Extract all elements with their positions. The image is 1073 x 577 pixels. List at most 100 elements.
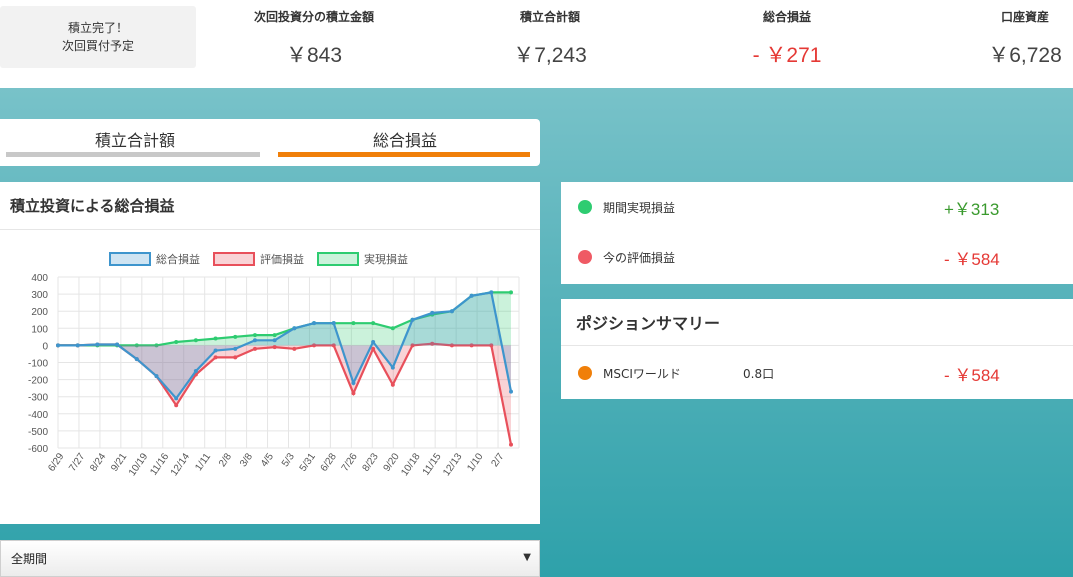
position-row[interactable]: MSCIワールド 0.8口 - ￥584	[561, 349, 1073, 397]
y-tick-label: -200	[28, 376, 48, 387]
series-point-0	[351, 381, 356, 386]
pl-chart-card: 積立投資による総合損益 400 300 200 100 0 -100 -200 -300 -40…	[0, 182, 540, 524]
x-tick-label: 6/28	[319, 451, 339, 474]
x-tick-label: 7/26	[340, 451, 360, 474]
series-point-2	[193, 338, 198, 343]
series-point-2	[174, 339, 179, 344]
series-point-0	[272, 338, 277, 343]
legend-label: 総合損益	[156, 252, 200, 266]
y-tick-label: 400	[31, 273, 48, 284]
x-tick-label: 2/7	[490, 451, 507, 469]
series-point-0	[489, 290, 494, 295]
summary-header: 積立完了！ 次回買付予定 次回投資分の積立金額 ￥843 積立合計額 ￥7,24…	[0, 0, 1073, 88]
period-select-value: 全期間	[11, 552, 48, 566]
series-point-1	[252, 346, 257, 351]
x-tick-label: 3/8	[238, 451, 255, 469]
tab-total-invested[interactable]: 積立合計額	[0, 119, 270, 166]
series-point-0	[449, 309, 454, 314]
x-tick-label: 1/10	[465, 451, 485, 474]
series-point-0	[193, 369, 198, 374]
series-point-0	[174, 396, 179, 401]
series-point-1	[272, 345, 277, 350]
series-point-0	[331, 321, 336, 326]
y-tick-label: -600	[28, 444, 48, 455]
metric-total-invested: 積立合計額 ￥7,243	[500, 8, 600, 69]
y-tick-label: 0	[42, 341, 48, 352]
metric-label: 積立合計額	[519, 10, 580, 24]
period-select[interactable]: 全期間 ▼	[0, 540, 540, 577]
series-point-2	[213, 336, 218, 341]
legend-swatch	[213, 252, 255, 266]
chevron-down-icon: ▼	[523, 552, 531, 563]
tab-label: 積立合計額	[94, 130, 175, 150]
series-point-2	[371, 321, 376, 326]
series-point-0	[115, 342, 120, 347]
pl-value: +￥313	[944, 199, 1000, 219]
y-tick-label: -400	[28, 410, 48, 421]
metric-value: ￥6,728	[988, 44, 1062, 67]
series-point-2	[390, 326, 395, 331]
series-point-2	[233, 334, 238, 339]
tab-underline	[278, 152, 530, 157]
y-tick-label: 300	[31, 290, 48, 301]
series-point-1	[233, 355, 238, 360]
unrealized-dot-icon	[578, 250, 592, 264]
series-point-0	[154, 374, 159, 379]
x-tick-label: 5/3	[280, 451, 297, 469]
x-tick-label: 10/19	[127, 451, 151, 478]
x-tick-label: 11/16	[148, 451, 171, 478]
tab-label: 総合損益	[372, 130, 437, 150]
position-summary-card: ポジションサマリー MSCIワールド 0.8口 - ￥584	[561, 299, 1073, 399]
metric-total-pl: 総合損益 - ￥271	[737, 8, 837, 69]
x-tick-label: 12/14	[169, 451, 193, 478]
x-tick-label: 11/15	[421, 451, 444, 478]
metric-next-investment: 次回投資分の積立金額 ￥843	[244, 8, 384, 69]
x-tick-label: 2/8	[217, 451, 234, 469]
series-point-1	[292, 346, 297, 351]
purchase-status-box: 積立完了！ 次回買付予定	[0, 6, 196, 68]
tab-total-pl[interactable]: 総合損益	[270, 119, 540, 166]
series-point-1	[174, 403, 179, 408]
position-summary-title: ポジションサマリー	[561, 299, 1073, 346]
x-tick-label: 8/23	[361, 451, 381, 474]
x-tick-label: 9/21	[109, 451, 129, 474]
tab-underline	[6, 152, 260, 157]
x-tick-label: 8/24	[88, 451, 108, 474]
legend-swatch	[317, 252, 359, 266]
metric-account-assets: 口座資産 ￥6,728	[975, 8, 1073, 69]
series-point-0	[390, 365, 395, 370]
pl-value: - ￥584	[944, 249, 1000, 269]
status-line-1: 積立完了！	[67, 21, 128, 35]
series-point-1	[351, 391, 356, 396]
x-tick-label: 10/18	[399, 451, 423, 478]
metric-label: 口座資産	[1000, 10, 1049, 24]
y-tick-label: 200	[31, 307, 48, 318]
series-point-0	[252, 338, 257, 343]
series-point-1	[371, 346, 376, 351]
pl-label: 今の評価損益	[603, 250, 676, 265]
y-tick-label: 100	[31, 324, 48, 335]
series-point-1	[509, 442, 513, 447]
x-tick-label: 4/5	[259, 451, 276, 469]
chart-title: 積立投資による総合損益	[0, 182, 540, 230]
pl-breakdown-card: 期間実現損益 +￥313 今の評価損益 - ￥584	[561, 182, 1073, 284]
legend-label: 実現損益	[364, 252, 408, 266]
pl-row-realized: 期間実現損益 +￥313	[561, 182, 1073, 232]
series-point-0	[469, 293, 474, 298]
status-line-2: 次回買付予定	[61, 39, 134, 53]
legend-swatch	[109, 252, 151, 266]
fund-quantity: 0.8口	[743, 366, 775, 381]
y-tick-label: -300	[28, 393, 48, 404]
x-tick-label: 7/27	[67, 451, 87, 474]
series-point-2	[351, 321, 356, 326]
series-point-0	[292, 326, 297, 331]
series-point-2	[509, 290, 513, 295]
fund-name: MSCIワールド	[603, 366, 681, 381]
series-area-1	[58, 343, 511, 445]
series-point-2	[252, 333, 257, 338]
pl-label: 期間実現損益	[603, 200, 676, 215]
series-point-0	[430, 310, 435, 315]
realized-dot-icon	[578, 200, 592, 214]
legend-label: 評価損益	[260, 252, 304, 266]
series-point-0	[134, 357, 139, 362]
